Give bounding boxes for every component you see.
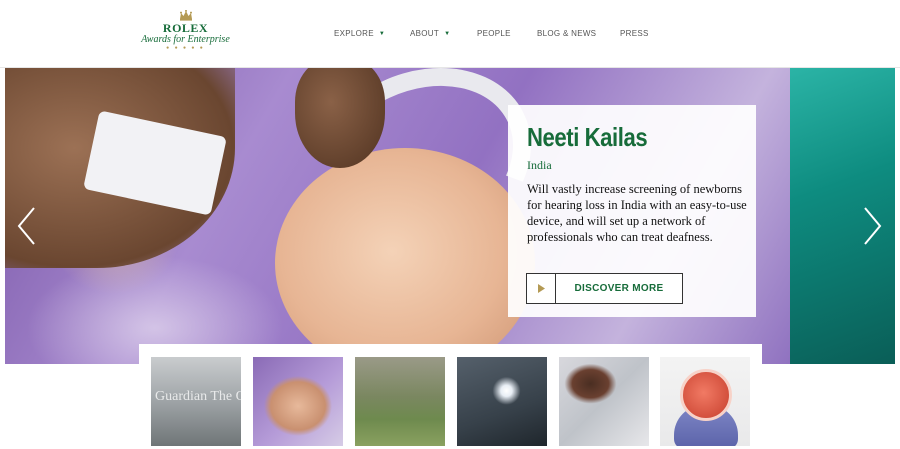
nav-item-label: ABOUT	[410, 29, 440, 38]
chevron-left-icon	[17, 207, 35, 245]
nav-item-blog-news[interactable]: BLOG & NEWS	[537, 29, 596, 38]
nav-item-press[interactable]: PRESS	[620, 29, 649, 38]
nav-item-about[interactable]: ABOUT ▼	[410, 29, 450, 38]
brand-tagline: Awards for Enterprise	[141, 34, 230, 45]
nav-item-label: PRESS	[620, 29, 649, 38]
crown-icon	[179, 10, 192, 21]
laureate-country: India	[527, 158, 552, 172]
hero-slider	[5, 68, 895, 364]
thumbnail-1-text: Guardian The Observer	[155, 389, 241, 404]
laureate-description: Will vastly increase screening of newbor…	[527, 182, 747, 244]
discover-more-button[interactable]: DISCOVER MORE	[526, 273, 683, 304]
next-slide-button[interactable]	[863, 206, 883, 246]
nav-item-people[interactable]: PEOPLE	[477, 29, 511, 38]
thumbnail-6[interactable]	[660, 357, 750, 446]
thumbnail-2-active[interactable]	[253, 357, 343, 446]
rolex-logo[interactable]: ROLEX Awards for Enterprise ● ● ● ● ●	[138, 10, 233, 58]
nav-item-explore[interactable]: EXPLORE ▼	[334, 29, 385, 38]
site-header: ROLEX Awards for Enterprise ● ● ● ● ● EX…	[0, 0, 900, 68]
thumbnail-strip: Guardian The Observer	[139, 344, 762, 449]
nav-item-label: BLOG & NEWS	[537, 29, 597, 38]
caret-down-icon: ▼	[378, 31, 386, 37]
play-button-box	[527, 274, 556, 303]
prev-slide-button[interactable]	[16, 206, 36, 246]
nav-item-label: EXPLORE	[334, 29, 374, 38]
thumbnail-5[interactable]	[559, 357, 649, 446]
caret-down-icon: ▼	[444, 31, 451, 37]
thumbnail-4[interactable]	[457, 357, 547, 446]
thumbnail-6-dish	[680, 369, 732, 421]
thumbnail-3[interactable]	[355, 357, 445, 446]
laureate-info-panel: Neeti Kailas India Will vastly increase …	[508, 105, 756, 317]
discover-more-label: DISCOVER MORE	[574, 283, 664, 294]
play-icon	[538, 284, 545, 293]
nav-item-label: PEOPLE	[477, 29, 511, 38]
brand-name: ROLEX	[162, 21, 209, 35]
thumbnail-1[interactable]: Guardian The Observer	[151, 357, 241, 446]
logo-ornament: ● ● ● ● ●	[166, 45, 205, 51]
chevron-right-icon	[864, 207, 882, 245]
laureate-name: Neeti Kailas	[527, 122, 648, 152]
